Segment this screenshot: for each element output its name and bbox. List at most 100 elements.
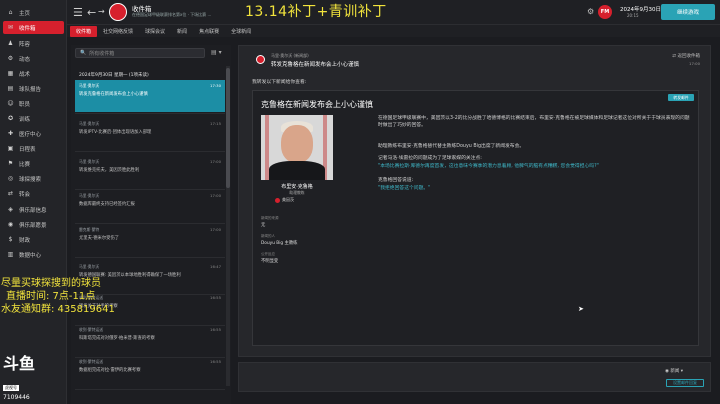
club-icon: [275, 197, 280, 203]
message-subject: 转发克鲁格在新闻发布会上小心谨慎: [271, 62, 360, 68]
report-icon: ▤: [7, 85, 14, 92]
tactics-icon: ▦: [7, 70, 14, 77]
sidebar-item[interactable]: $ 财政: [3, 233, 64, 246]
message-subject: 数据组完成对拉·雷伊的比赛考察: [79, 368, 141, 373]
reply-settings-button[interactable]: 设置邮件回复: [666, 379, 704, 387]
news-quote: "本场比赛拉斯·库德尔再度首发，这也意味今赛季的潜力息着顾, 他脾气的脑有点糟糕…: [378, 164, 599, 169]
current-time: 20:15: [627, 13, 639, 18]
continue-button[interactable]: 继续游戏: [661, 4, 715, 20]
list-item[interactable]: 马里·奥尔沃 转发IPTV·比赛后·团体出现语加入部理 17:15: [75, 118, 225, 150]
sidebar-item-label: 动态: [19, 56, 31, 63]
message-subject: 科斯塔完成对对俄罗·柏米普·斯查的考察: [79, 336, 155, 341]
dynamics-icon: ⚙: [7, 55, 14, 62]
tab[interactable]: 全球新闻: [225, 26, 257, 37]
message-time: 17:00: [689, 61, 700, 66]
message-time: 17:00: [210, 159, 221, 164]
sidebar-item-label: 日程表: [19, 146, 36, 153]
tab-bar: 收件箱 社交网络反馈 球探会议 新闻 焦点联赛 全球新闻: [67, 25, 720, 37]
message-sender: 雷克斯·蒙特: [79, 227, 100, 232]
person-club[interactable]: 美因茨: [275, 197, 294, 203]
sidebar-item[interactable]: ◈ 俱乐部信息: [3, 203, 64, 216]
tab[interactable]: 球探会议: [139, 26, 171, 37]
sidebar-item[interactable]: ▦ 战术: [3, 67, 64, 80]
reply-type-dropdown[interactable]: ◉ 新闻 ▾: [665, 368, 683, 374]
search-placeholder: 所有收件箱: [89, 50, 115, 57]
list-item[interactable]: 雷克斯·蒙特 尤里夫·德米尔受伤了 17:00: [75, 224, 225, 256]
message-subject: 尤里夫·德米尔受伤了: [79, 236, 120, 241]
douyu-room-id: 7109446: [3, 394, 30, 401]
back-icon[interactable]: ←: [87, 6, 96, 19]
divider: [75, 389, 225, 390]
sidebar-item[interactable]: ☺ 职员: [3, 97, 64, 110]
sidebar-item-label: 比赛: [19, 161, 31, 168]
douyu-watermark: 斗鱼 虎视号 7109446: [3, 350, 45, 401]
inbox-scrollbar-thumb[interactable]: [226, 68, 230, 188]
home-icon: ⌂: [8, 9, 13, 16]
list-item[interactable]: 收到·蒙特运送 数据组完成对拉·雷伊的比赛考察 16:55: [75, 356, 225, 388]
menu-icon[interactable]: ☰: [73, 6, 83, 19]
search-input[interactable]: 🔍 所有收件箱: [75, 48, 205, 58]
overlay-line-3: 水友通知群: 435819641: [1, 304, 115, 315]
person-photo[interactable]: [261, 115, 333, 180]
sidebar-item[interactable]: ▥ 数据中心: [3, 248, 64, 261]
tab[interactable]: 收件箱: [70, 25, 98, 37]
list-item[interactable]: 马里·奥尔沃转发维克托夫，美因茨胜此胜利 17:00: [75, 156, 225, 188]
scouting-icon: ◎: [7, 175, 14, 182]
tab[interactable]: 新闻: [171, 26, 193, 37]
message-subject: 转发维克托夫，美因茨胜此胜利: [79, 168, 140, 173]
back-to-inbox-link[interactable]: ⇄ 返回收件箱: [672, 53, 700, 59]
info-label: 公开反应: [261, 252, 275, 256]
message-sender: 马里·奥尔沃: [79, 121, 100, 126]
club-badge[interactable]: [109, 3, 127, 21]
top-bar: ☰ ← → 收件箱 在德国足球甲级联赛排名第x位 · 下场比赛 ... 13.1…: [67, 0, 720, 25]
sidebar-item-label: 阵容: [19, 41, 31, 48]
list-item[interactable]: 马里·奥尔沃 数据库最终支持已经签约汇报 17:00: [75, 190, 225, 222]
page-subtitle: 在德国足球甲级联赛排名第x位 · 下场比赛 ...: [132, 12, 212, 17]
training-icon: ✪: [7, 115, 14, 122]
list-item[interactable]: 收到·蒙特运送科斯塔完成对对俄罗·柏米普·斯查的考察 16:55: [75, 324, 225, 356]
calendar-icon: ▣: [7, 145, 14, 152]
sidebar-item[interactable]: ▣ 日程表: [3, 142, 64, 155]
person-name[interactable]: 布里安·克鲁格: [261, 183, 333, 190]
divider: [75, 113, 225, 114]
person-role: 助理教练: [289, 190, 305, 195]
message-sender: 收到·蒙特运送: [79, 327, 103, 332]
sidebar-item[interactable]: ✉ 收件箱: [3, 21, 64, 34]
sidebar-item[interactable]: ⌂ 主页: [3, 6, 64, 19]
message-sender: 马里·奥尔沃: [79, 83, 100, 88]
fm-logo[interactable]: FM: [598, 5, 612, 19]
sidebar-item[interactable]: ⚑ 比赛: [3, 157, 64, 170]
message-sender: 马里·奥尔沃: [79, 193, 100, 198]
settings-icon[interactable]: ⚙: [587, 7, 594, 16]
message-intro: 我转发以下新闻给你查看:: [252, 80, 307, 85]
news-paragraph: 克鲁格回答说道:: [378, 178, 414, 183]
sidebar-item-label: 转会: [19, 191, 31, 198]
tab[interactable]: 焦点联赛: [193, 26, 225, 37]
info-value: Douyu Big 主教练: [261, 241, 298, 246]
douyu-logo: 斗鱼: [3, 354, 36, 373]
list-item[interactable]: 马里·奥尔沃 转发克鲁格在新闻发布会上小心谨慎 17:30: [75, 80, 225, 112]
message-time: 16:55: [210, 327, 221, 332]
divider: [75, 257, 225, 258]
news-badge: 转发邮件: [668, 94, 694, 101]
sidebar-item[interactable]: ⇄ 转会: [3, 187, 64, 200]
sidebar-item[interactable]: ◉ 俱乐部愿景: [3, 218, 64, 231]
list-options-icon[interactable]: ▤ ▾: [211, 49, 222, 56]
message-time: 16:55: [210, 295, 221, 300]
message-sender: 马里·奥尔沃: [79, 264, 100, 269]
search-icon: 🔍: [80, 50, 87, 56]
sidebar-item[interactable]: ▤ 球队报告: [3, 82, 64, 95]
sidebar-item-label: 主页: [19, 10, 31, 17]
sidebar-item[interactable]: ✪ 训练: [3, 112, 64, 125]
sidebar-item[interactable]: ✚ 医疗中心: [3, 127, 64, 140]
sidebar-item[interactable]: ⚙ 动态: [3, 52, 64, 65]
forward-icon[interactable]: →: [98, 7, 105, 16]
medical-icon: ✚: [7, 130, 14, 137]
sidebar-item[interactable]: ◎ 球探搜索: [3, 172, 64, 185]
tab[interactable]: 社交网络反馈: [97, 26, 139, 37]
message-sender: 马里·奥尔沃: [79, 159, 100, 164]
news-quote: "我拒绝回答这个问题。": [378, 186, 431, 191]
sidebar-item[interactable]: ♟ 阵容: [3, 37, 64, 50]
stream-overlay-title: 13.14补丁+青训补丁: [245, 4, 387, 20]
message-time: 17:00: [210, 193, 221, 198]
